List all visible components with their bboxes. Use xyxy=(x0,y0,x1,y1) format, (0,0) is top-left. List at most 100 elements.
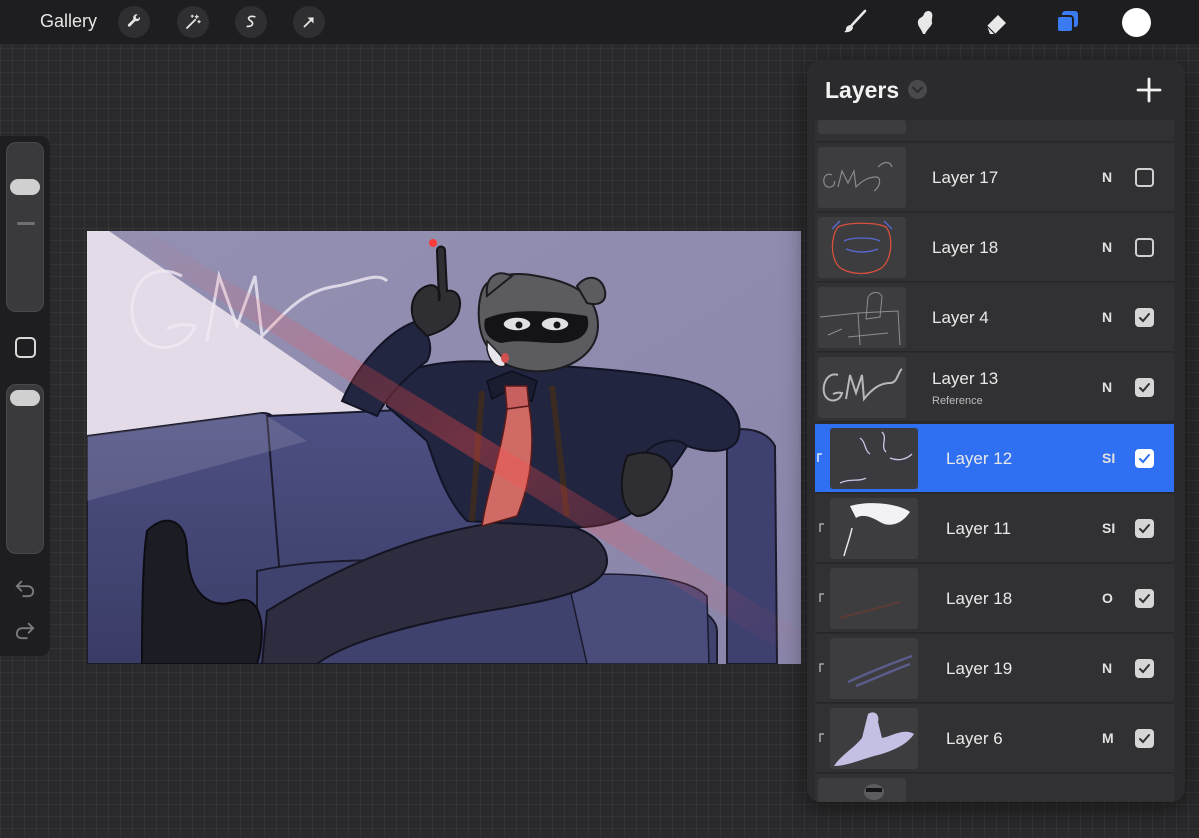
checkmark-icon xyxy=(1139,664,1150,674)
layers-tool-button[interactable] xyxy=(1050,6,1084,38)
slider-tick xyxy=(17,222,35,225)
layer-visibility-checkbox[interactable] xyxy=(1135,729,1154,748)
layer-visibility-checkbox[interactable] xyxy=(1135,378,1154,397)
layer-name: Layer 13 xyxy=(932,369,999,388)
blend-mode-button[interactable]: SI xyxy=(1102,520,1115,536)
layer-visibility-checkbox[interactable] xyxy=(1135,659,1154,678)
clipping-mask-icon xyxy=(817,453,822,462)
layer-visibility-checkbox[interactable] xyxy=(1135,168,1154,187)
layer-row-partial-top[interactable] xyxy=(815,120,1174,142)
clipping-mask-icon xyxy=(819,593,824,602)
selection-button[interactable] xyxy=(235,6,267,38)
clipping-mask-icon xyxy=(819,523,824,532)
layer-name: Layer 6 xyxy=(946,729,1003,748)
plus-icon xyxy=(1136,77,1162,103)
checkmark-icon xyxy=(1139,313,1150,323)
smudge-tool-button[interactable] xyxy=(908,6,942,38)
layer-thumbnail xyxy=(818,147,906,208)
layer-thumbnail xyxy=(830,428,918,489)
checkmark-icon xyxy=(1139,383,1150,393)
blend-mode-button[interactable]: N xyxy=(1102,379,1112,395)
brush-size-slider-thumb[interactable] xyxy=(10,179,40,195)
blend-mode-button[interactable]: O xyxy=(1102,590,1113,606)
checkmark-icon xyxy=(1139,454,1150,464)
layer-row[interactable]: Layer 18 N xyxy=(815,213,1174,282)
layer-name: Layer 18 xyxy=(932,238,999,257)
layers-icon xyxy=(1056,11,1078,33)
layer-visibility-checkbox[interactable] xyxy=(1135,238,1154,257)
layer-name: Layer 19 xyxy=(946,659,1013,678)
adjustments-button[interactable] xyxy=(177,6,209,38)
undo-button[interactable] xyxy=(13,577,37,599)
blend-mode-button[interactable]: SI xyxy=(1102,450,1115,466)
color-picker-button[interactable] xyxy=(1122,8,1151,37)
layer-row[interactable]: Layer 18 O xyxy=(815,564,1174,633)
layers-panel-title: Layers xyxy=(825,77,900,103)
layer-thumbnail xyxy=(818,217,906,278)
eraser-tool-button[interactable] xyxy=(980,6,1014,38)
layer-name: Layer 12 xyxy=(946,449,1013,468)
layer-name: Layer 17 xyxy=(932,168,999,187)
layer-visibility-checkbox[interactable] xyxy=(1135,589,1154,608)
transform-arrow-icon xyxy=(303,17,314,28)
transform-button[interactable] xyxy=(293,6,325,38)
layer-row[interactable]: Layer 19 N xyxy=(815,634,1174,703)
layer-visibility-checkbox[interactable] xyxy=(1135,308,1154,327)
modify-button[interactable] xyxy=(15,337,36,358)
layer-name: Layer 4 xyxy=(932,308,989,327)
layer-thumbnail xyxy=(830,638,918,699)
layer-thumbnail xyxy=(818,357,906,418)
blend-mode-button[interactable]: N xyxy=(1102,660,1112,676)
layer-row[interactable]: Layer 6 M xyxy=(815,704,1174,773)
brush-tool-button[interactable] xyxy=(838,6,872,38)
blend-mode-button[interactable]: N xyxy=(1102,239,1112,255)
opacity-slider-thumb[interactable] xyxy=(10,390,40,406)
layer-thumbnail xyxy=(830,708,918,769)
actions-wrench-button[interactable] xyxy=(118,6,150,38)
blend-mode-button[interactable]: N xyxy=(1102,309,1112,325)
clipping-mask-icon xyxy=(819,733,824,742)
layer-row[interactable]: Layer 17 N xyxy=(815,143,1174,212)
layer-row[interactable]: Layer 11 SI xyxy=(815,494,1174,563)
layer-thumbnail xyxy=(830,498,918,559)
layer-thumbnail xyxy=(830,568,918,629)
gallery-button[interactable]: Gallery xyxy=(40,11,97,32)
drawing-canvas[interactable] xyxy=(87,231,801,664)
eraser-icon xyxy=(986,15,1006,35)
layer-row[interactable]: Layer 4 N xyxy=(815,283,1174,352)
brush-size-slider[interactable] xyxy=(6,142,44,312)
checkmark-icon xyxy=(1139,524,1150,534)
blend-mode-button[interactable]: N xyxy=(1102,169,1112,185)
layer-visibility-checkbox[interactable] xyxy=(1135,449,1154,468)
opacity-slider[interactable] xyxy=(6,384,44,554)
layers-panel: Layers Layer 17 N Layer 18 N Layer 4 N L… xyxy=(807,60,1185,802)
top-toolbar: Gallery xyxy=(0,0,1199,44)
artwork-illustration xyxy=(87,231,801,664)
layer-thumbnail xyxy=(818,120,906,134)
wrench-icon xyxy=(127,14,140,27)
clipping-mask-icon xyxy=(819,663,824,672)
chevron-down-icon xyxy=(912,86,923,93)
layer-row-partial-bottom[interactable] xyxy=(815,774,1174,802)
brush-icon xyxy=(844,9,867,33)
layer-visibility-checkbox[interactable] xyxy=(1135,519,1154,538)
layer-thumbnail xyxy=(818,287,906,348)
layers-options-button[interactable] xyxy=(908,80,927,99)
blend-mode-button[interactable]: M xyxy=(1102,730,1114,746)
undo-icon xyxy=(15,580,35,598)
magic-wand-icon xyxy=(186,14,201,29)
selection-icon xyxy=(246,15,256,28)
smudge-icon xyxy=(917,10,933,34)
checkmark-icon xyxy=(1139,734,1150,744)
left-sidebar xyxy=(0,136,50,656)
layer-row[interactable]: Layer 13 Reference N xyxy=(815,353,1174,422)
redo-button[interactable] xyxy=(13,619,37,641)
layer-list[interactable]: Layer 17 N Layer 18 N Layer 4 N Layer 13… xyxy=(815,120,1174,802)
layer-row-selected[interactable]: Layer 12 SI xyxy=(815,424,1174,493)
layer-thumbnail xyxy=(818,778,906,802)
layer-name: Layer 11 xyxy=(946,519,1011,538)
add-layer-button[interactable] xyxy=(1135,76,1163,104)
checkmark-icon xyxy=(1139,594,1150,604)
layer-reference-label: Reference xyxy=(932,395,983,407)
redo-icon xyxy=(15,622,35,640)
